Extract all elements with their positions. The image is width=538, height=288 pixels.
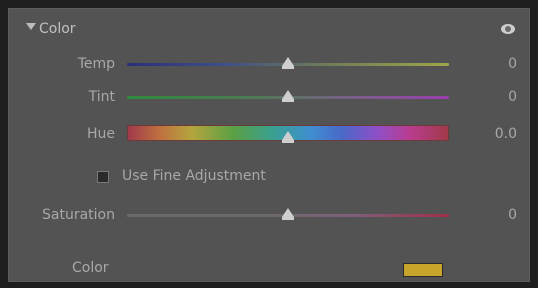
- hue-label: Hue: [86, 126, 115, 142]
- tint-value[interactable]: 0: [508, 89, 517, 105]
- panel-header[interactable]: Color: [9, 9, 529, 53]
- triangle-down-icon[interactable]: [26, 23, 36, 30]
- saturation-slider-thumb[interactable]: [282, 208, 294, 220]
- tint-label: Tint: [88, 89, 115, 105]
- hue-value[interactable]: 0.0: [495, 126, 517, 142]
- temp-value[interactable]: 0: [508, 56, 517, 72]
- panel-title: Color: [39, 21, 76, 37]
- eye-icon[interactable]: [501, 24, 515, 34]
- color-panel: Color Temp 0 Tint 0 Hue 0.0 Use Fine Adj…: [8, 8, 530, 282]
- saturation-label: Saturation: [42, 207, 115, 223]
- tint-slider-thumb[interactable]: [282, 90, 294, 102]
- temp-slider-thumb[interactable]: [282, 57, 294, 69]
- hue-slider-thumb[interactable]: [282, 131, 294, 143]
- temp-label: Temp: [77, 56, 115, 72]
- fine-adjustment-checkbox[interactable]: [97, 171, 109, 183]
- fine-adjustment-label[interactable]: Use Fine Adjustment: [122, 168, 266, 184]
- color-label: Color: [72, 260, 109, 276]
- saturation-value[interactable]: 0: [508, 207, 517, 223]
- color-swatch[interactable]: [403, 263, 443, 277]
